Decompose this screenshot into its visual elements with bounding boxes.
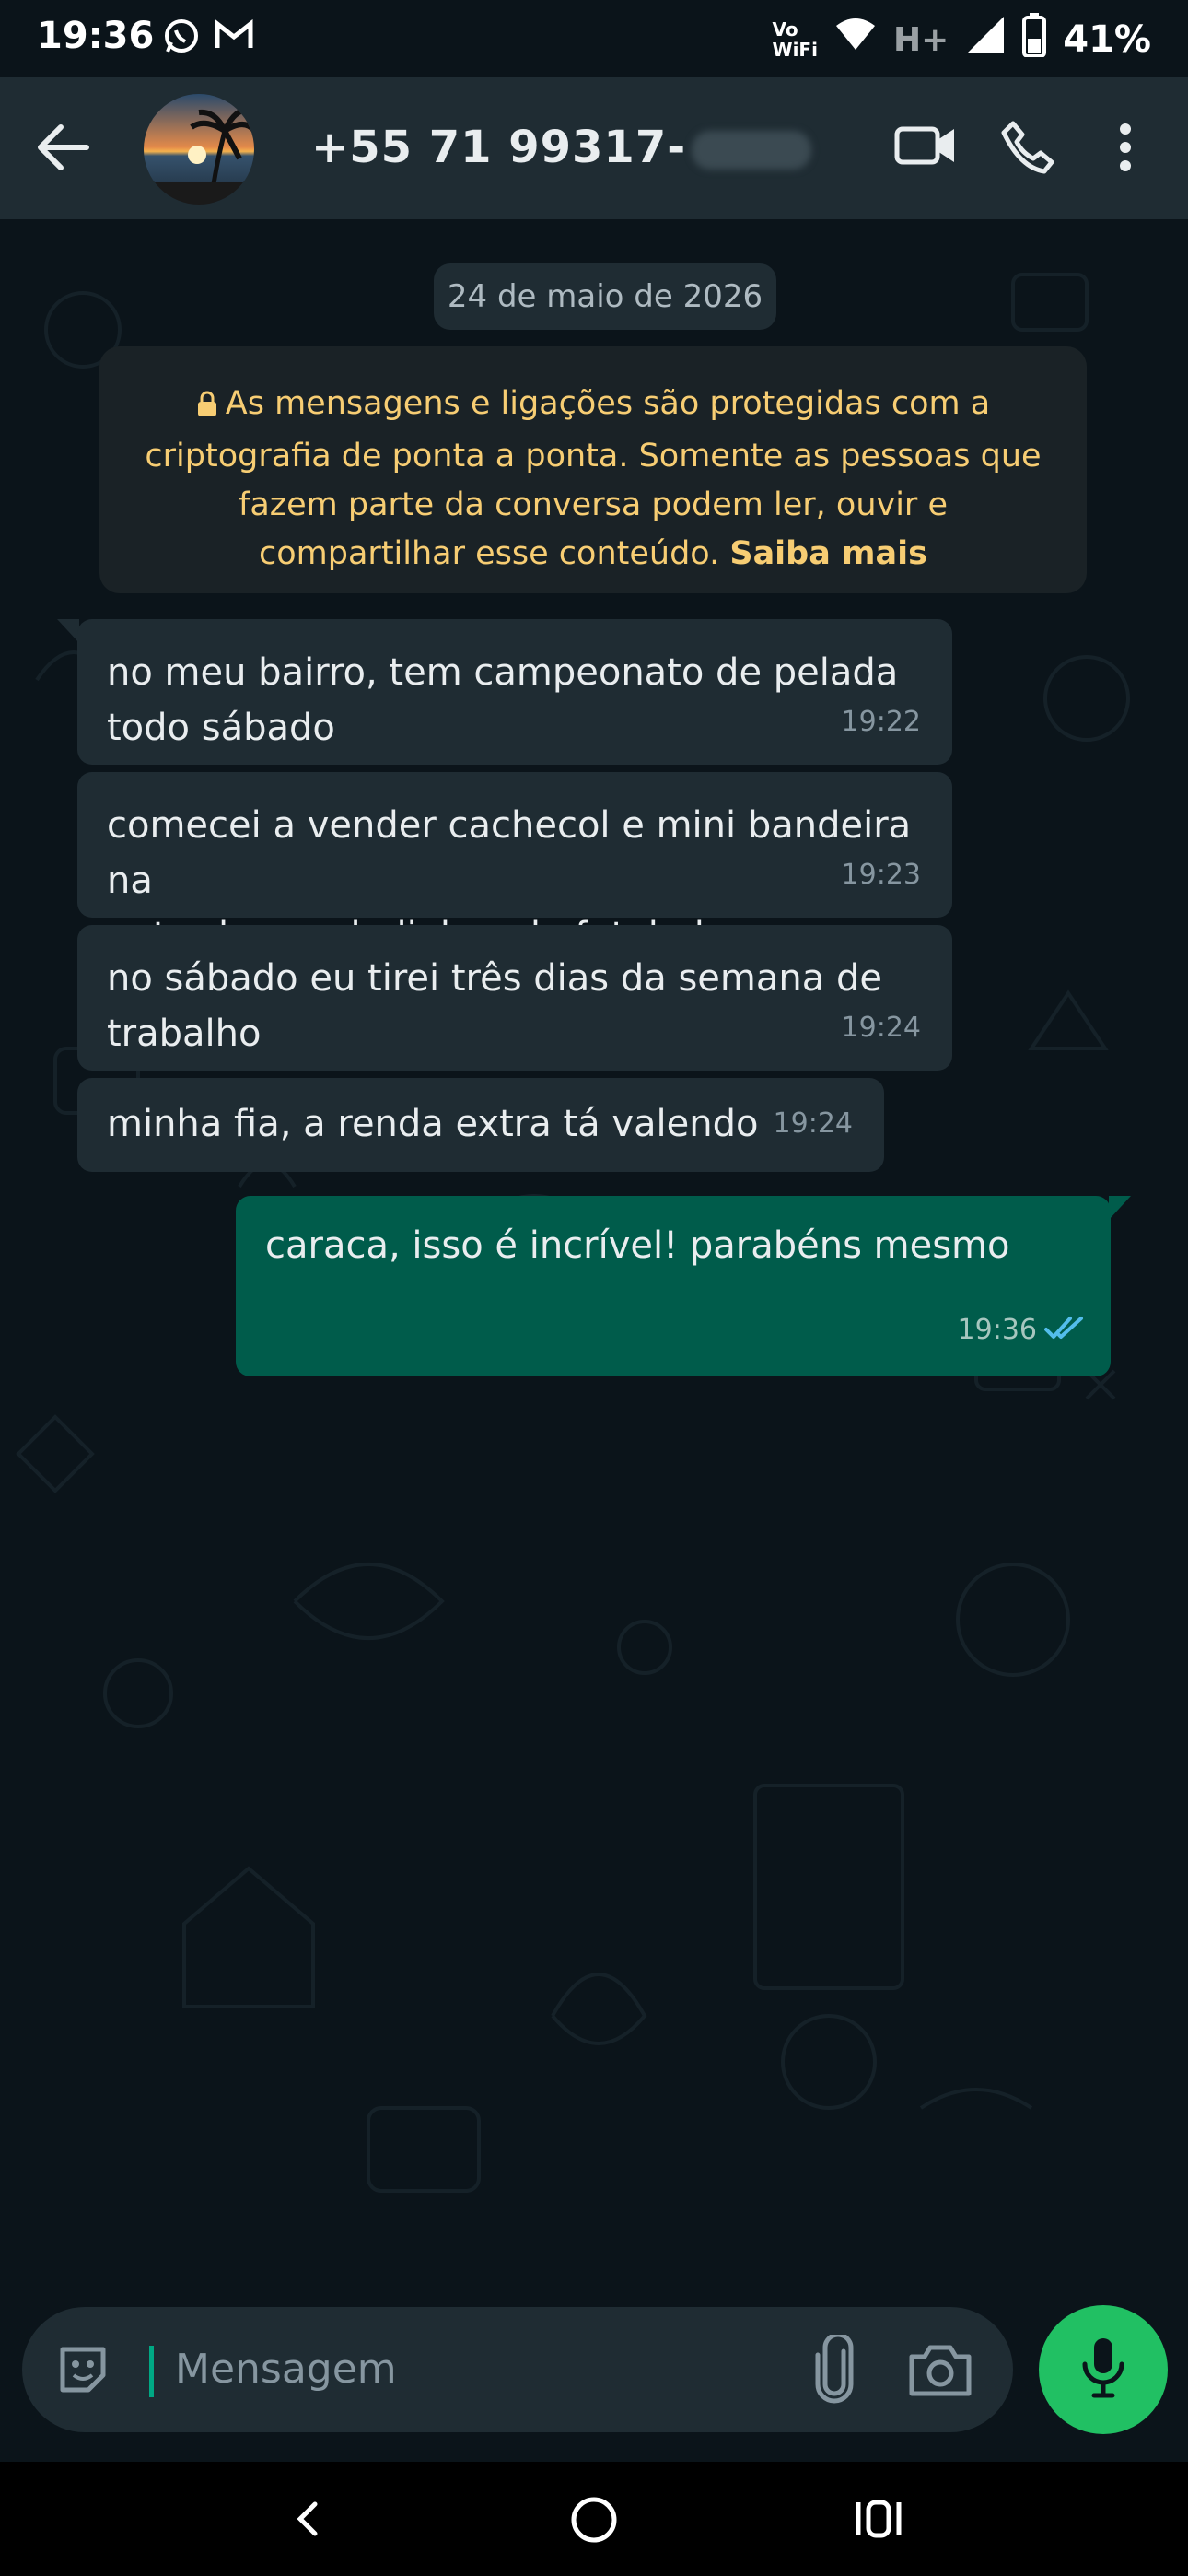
battery-icon (1022, 13, 1047, 66)
attach-clip-icon[interactable] (810, 2332, 858, 2408)
wifi-icon (834, 17, 877, 63)
message-text: no meu bairro, tem campeonato de pelada … (107, 645, 898, 755)
nav-home-icon[interactable] (569, 2495, 619, 2548)
nav-recents-icon[interactable] (855, 2499, 903, 2543)
message-time: 19:22 (841, 706, 921, 738)
message-time: 19:36 (957, 1314, 1037, 1346)
gmail-notification-icon (214, 17, 254, 53)
vowifi-bottom: WiFi (772, 39, 818, 61)
system-navigation-bar (0, 2462, 1188, 2576)
contact-name[interactable]: +55 71 99317- (311, 122, 812, 173)
contact-number: +55 71 99317- (311, 122, 687, 173)
microphone-button[interactable] (1039, 2305, 1168, 2434)
back-arrow-icon[interactable] (35, 122, 99, 177)
vowifi-top: Vo (772, 18, 798, 41)
microphone-icon (1076, 2335, 1131, 2405)
redacted-number-part (692, 131, 812, 170)
status-right-group: Vo WiFi H+ 41% (773, 13, 1151, 66)
vowifi-label: Vo WiFi (773, 19, 818, 60)
message-line: minha fia, a renda extra tá valendo (107, 1103, 759, 1145)
message-text: caraca, isso é incrível! parabéns mesmo (265, 1218, 1009, 1273)
encryption-notice[interactable]: As mensagens e ligações são protegidas c… (99, 346, 1087, 593)
outgoing-message[interactable]: caraca, isso é incrível! parabéns mesmo … (236, 1196, 1111, 1376)
battery-percentage: 41% (1063, 18, 1151, 61)
chat-header: +55 71 99317- (0, 77, 1188, 219)
date-chip: 24 de maio de 2026 (434, 263, 776, 330)
message-composer[interactable] (22, 2307, 1013, 2432)
video-call-icon[interactable] (893, 120, 958, 175)
chat-area[interactable]: 24 de maio de 2026 As mensagens e ligaçõ… (0, 219, 1188, 2303)
text-cursor (149, 2346, 154, 2397)
incoming-message[interactable]: no meu bairro, tem campeonato de pelada … (77, 619, 952, 765)
voice-call-icon[interactable] (1000, 120, 1055, 179)
status-bar: 19:36 Vo WiFi H+ 41% (0, 0, 1188, 77)
message-line: caraca, isso é incrível! parabéns mesmo (265, 1224, 1010, 1267)
contact-avatar[interactable] (144, 94, 254, 205)
message-line: no sábado eu tirei três dias da semana d… (107, 957, 882, 1000)
message-time: 19:23 (841, 859, 921, 891)
message-time: 19:24 (841, 1012, 921, 1044)
read-receipt-icon (1044, 1301, 1087, 1356)
message-line: todo sábado (107, 707, 335, 749)
status-time: 19:36 (37, 15, 155, 57)
message-time: 19:24 (773, 1107, 853, 1140)
message-input[interactable]: Mensagem (175, 2346, 397, 2393)
learn-more-link[interactable]: Saiba mais (729, 535, 927, 572)
message-line: no meu bairro, tem campeonato de pelada (107, 651, 899, 694)
sticker-icon[interactable] (55, 2342, 111, 2401)
lock-icon (196, 383, 218, 432)
whatsapp-notification-icon (162, 17, 201, 55)
message-text: no sábado eu tirei três dias da semana d… (107, 951, 882, 1061)
message-line: comecei a vender cachecol e mini bandeir… (107, 804, 912, 902)
signal-icon (965, 15, 1006, 64)
incoming-message[interactable]: minha fia, a renda extra tá valendo 19:2… (77, 1078, 884, 1172)
camera-icon[interactable] (908, 2342, 973, 2401)
nav-back-icon[interactable] (293, 2500, 320, 2541)
network-type: H+ (892, 20, 949, 59)
incoming-message[interactable]: comecei a vender cachecol e mini bandeir… (77, 772, 952, 957)
incoming-message[interactable]: no sábado eu tirei três dias da semana d… (77, 925, 952, 1071)
more-options-icon[interactable] (1114, 120, 1136, 179)
message-line: trabalho (107, 1013, 262, 1055)
message-text: minha fia, a renda extra tá valendo (107, 1096, 758, 1152)
